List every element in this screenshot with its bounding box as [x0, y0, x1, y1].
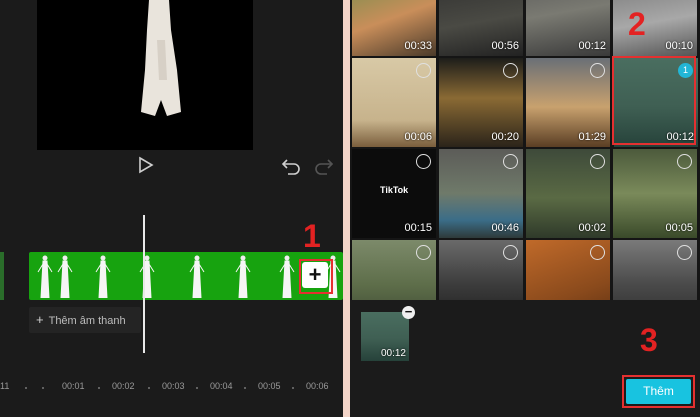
clip-frame: [189, 255, 205, 298]
step-label-1: 1: [303, 218, 321, 254]
duration-label: 00:06: [404, 131, 432, 143]
clip-frame: [95, 255, 111, 298]
media-thumbnail[interactable]: 00:06: [352, 58, 436, 147]
select-circle[interactable]: [416, 63, 431, 78]
media-thumbnail[interactable]: 00:33: [352, 0, 436, 56]
media-thumbnail-selected[interactable]: 1 00:12: [614, 58, 698, 147]
timeline-tick: 00:01: [62, 381, 85, 391]
add-audio-button[interactable]: + Thêm âm thanh: [29, 307, 141, 333]
tick-dot: [98, 387, 100, 389]
duration-label: 00:15: [404, 222, 432, 234]
select-circle[interactable]: [677, 245, 692, 260]
duration-label: 00:56: [491, 40, 519, 52]
selected-media-item[interactable]: 00:12: [361, 312, 409, 361]
select-circle[interactable]: [503, 154, 518, 169]
duration-label: 00:02: [578, 222, 606, 234]
step-label-3: 3: [640, 322, 658, 358]
duration-label: 00:10: [665, 40, 693, 52]
tick-dot: [292, 387, 294, 389]
timeline-tick: 00:02: [112, 381, 135, 391]
duration-label: 00:20: [491, 131, 519, 143]
media-thumbnail[interactable]: 00:56: [439, 0, 523, 56]
add-button[interactable]: Thêm: [626, 379, 691, 404]
media-thumbnail[interactable]: TikTok 00:15: [352, 149, 436, 238]
tiktok-logo: TikTok: [380, 185, 409, 195]
play-icon[interactable]: [134, 154, 156, 176]
clip-frame: [235, 255, 251, 298]
remove-icon[interactable]: −: [402, 305, 415, 319]
preview-figure: [141, 0, 181, 116]
timeline-tick: 00:05: [258, 381, 281, 391]
duration-label: 01:29: [578, 131, 606, 143]
duration-label: 00:12: [578, 40, 606, 52]
tick-dot: [148, 387, 150, 389]
clip-frame: [37, 255, 53, 298]
select-circle[interactable]: [503, 245, 518, 260]
media-thumbnail[interactable]: 00:46: [439, 149, 523, 238]
select-circle[interactable]: [590, 245, 605, 260]
timeline-tick: 00:06: [306, 381, 329, 391]
timeline-tick: 11: [0, 381, 10, 391]
add-audio-label: Thêm âm thanh: [48, 315, 126, 327]
duration-label: 00:12: [380, 348, 406, 359]
tick-dot: [244, 387, 246, 389]
tick-dot: [196, 387, 198, 389]
media-thumbnail[interactable]: 00:10: [613, 0, 697, 56]
step-label-2: 2: [628, 6, 646, 42]
tick-dot: [42, 387, 44, 389]
media-thumbnail[interactable]: 00:12: [526, 0, 610, 56]
clip-frame: [279, 255, 295, 298]
media-thumbnail[interactable]: 00:02: [526, 149, 610, 238]
select-circle[interactable]: [416, 154, 431, 169]
panel-divider: [343, 0, 350, 417]
plus-icon: +: [36, 312, 44, 327]
video-clip-track[interactable]: [29, 252, 343, 300]
select-circle[interactable]: [590, 63, 605, 78]
video-preview: [37, 0, 253, 150]
select-circle[interactable]: [590, 154, 605, 169]
timeline-tick: 00:04: [210, 381, 233, 391]
tick-dot: [25, 387, 27, 389]
playhead[interactable]: [143, 215, 145, 353]
clip-frame: [139, 255, 155, 298]
timeline-ruler: 11 00:01 00:02 00:03 00:04 00:05 00:06: [0, 188, 343, 391]
undo-icon[interactable]: [280, 154, 302, 176]
select-circle[interactable]: [503, 63, 518, 78]
add-clip-button[interactable]: +: [302, 262, 328, 288]
selected-index-badge[interactable]: 1: [678, 63, 693, 78]
track-edge: [0, 252, 4, 300]
redo-icon: [315, 159, 334, 175]
duration-label: 00:46: [491, 222, 519, 234]
media-thumbnail[interactable]: 00:20: [439, 58, 523, 147]
media-thumbnail[interactable]: 00:05: [613, 149, 697, 238]
timeline-tick: 00:03: [162, 381, 185, 391]
duration-label: 00:33: [404, 40, 432, 52]
media-thumbnail[interactable]: 01:29: [526, 58, 610, 147]
media-picker-panel: 00:33 00:56 00:12 00:10 00:06 00:20 01:2…: [350, 0, 700, 417]
editor-panel: 11 00:01 00:02 00:03 00:04 00:05 00:06 +…: [0, 0, 343, 417]
select-circle[interactable]: [677, 154, 692, 169]
duration-label: 00:12: [666, 131, 694, 143]
select-circle[interactable]: [416, 245, 431, 260]
duration-label: 00:05: [665, 222, 693, 234]
clip-frame: [57, 255, 73, 298]
